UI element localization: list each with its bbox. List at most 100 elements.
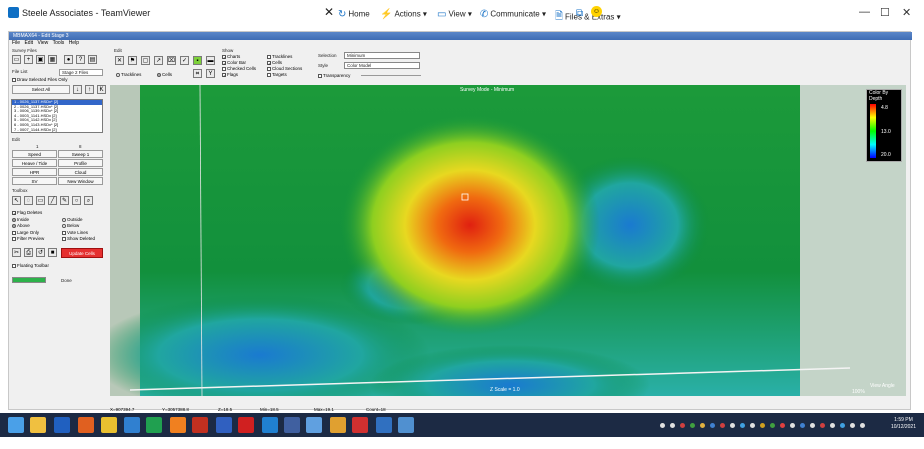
green-tool-icon[interactable]: ▪ xyxy=(193,56,202,65)
panel-icon[interactable]: ▬ xyxy=(206,56,215,65)
split-icon[interactable]: ⌧ xyxy=(167,56,176,65)
network-icon[interactable] xyxy=(376,417,392,433)
tray-icon[interactable] xyxy=(710,423,715,428)
tray-icon[interactable] xyxy=(770,423,775,428)
file-explorer-icon[interactable] xyxy=(30,417,46,433)
maximize-icon[interactable]: ☐ xyxy=(880,6,890,19)
filter-preview-checkbox[interactable]: Filter Preview xyxy=(12,236,44,241)
tray-icon[interactable] xyxy=(740,423,745,428)
windows-icon[interactable]: ⧉ xyxy=(576,8,583,19)
zoom-box-icon[interactable]: ⌗ xyxy=(193,69,202,78)
tray-icon[interactable] xyxy=(850,423,855,428)
tray-icon[interactable] xyxy=(780,423,785,428)
survey-viewport[interactable]: Survey Mode - Minimum Z Scale = 1.0 View… xyxy=(110,85,906,396)
inside-radio[interactable]: Inside xyxy=(12,217,29,222)
outside-radio[interactable]: Outside xyxy=(62,217,83,222)
communicate-button[interactable]: ✆ Communicate ▾ xyxy=(480,9,546,20)
menu-help[interactable]: Help xyxy=(69,40,79,46)
below-radio[interactable]: Below xyxy=(62,223,79,228)
globe-icon[interactable]: ● xyxy=(64,55,73,64)
vlc-icon[interactable] xyxy=(170,417,186,433)
help-icon[interactable]: ? xyxy=(76,55,85,64)
show-checked-cells-checkbox[interactable]: Checked Cells xyxy=(222,66,256,71)
close-icon[interactable]: ✕ xyxy=(902,6,911,19)
tray-icon[interactable] xyxy=(830,423,835,428)
teamviewer-task-icon[interactable] xyxy=(398,417,414,433)
profile-button[interactable]: Profile xyxy=(58,159,103,167)
system-clock[interactable]: 1:59 PM 10/12/2021 xyxy=(891,417,916,431)
tray-icon[interactable] xyxy=(660,423,665,428)
sv-button[interactable]: SV xyxy=(12,177,57,185)
menu-view[interactable]: View xyxy=(37,40,48,46)
show-tracklines-checkbox[interactable]: Tracklines xyxy=(267,54,292,59)
cells-radio[interactable]: Cells xyxy=(157,72,172,77)
tray-icon[interactable] xyxy=(820,423,825,428)
files-extras-button[interactable]: 🗎 Files & Extras ▾ xyxy=(555,9,621,26)
vote-lines-checkbox[interactable]: Vote Lines xyxy=(62,230,88,235)
pencil-icon[interactable]: ✎ xyxy=(60,196,69,205)
new-file-icon[interactable]: ▭ xyxy=(12,55,21,64)
minimize-icon[interactable]: — xyxy=(859,6,870,18)
tray-icon[interactable] xyxy=(810,423,815,428)
powerpoint-icon[interactable] xyxy=(192,417,208,433)
show-color-bar-checkbox[interactable]: ✓Color Bar xyxy=(222,60,246,65)
print-icon[interactable]: ⎙ xyxy=(24,248,33,257)
file-list[interactable]: 1 - 0026_1137.HSDx* [2] 2 - 0026_1137.HS… xyxy=(11,99,103,133)
acrobat-icon[interactable] xyxy=(238,417,254,433)
sweep-button[interactable]: Sweep 1 xyxy=(58,150,103,158)
chrome-icon[interactable] xyxy=(101,417,117,433)
lasso-icon[interactable]: ◌ xyxy=(24,196,33,205)
cursor-icon[interactable]: ↗ xyxy=(154,56,163,65)
tray-icon[interactable] xyxy=(730,423,735,428)
settings-icon[interactable] xyxy=(124,417,140,433)
large-only-checkbox[interactable]: Large Only xyxy=(12,230,39,235)
heave-tide-button[interactable]: Heave / Tide xyxy=(12,159,57,167)
pointer-icon[interactable]: ↖ xyxy=(12,196,21,205)
firefox-icon[interactable] xyxy=(78,417,94,433)
transparency-slider[interactable] xyxy=(361,75,421,76)
line-select-icon[interactable]: ╱ xyxy=(48,196,57,205)
tray-icon[interactable] xyxy=(760,423,765,428)
check-icon[interactable]: ✓ xyxy=(180,56,189,65)
list-item[interactable]: 7 - 0007_1144.HSDx [2] xyxy=(12,127,102,133)
rect-select-icon[interactable]: ▭ xyxy=(36,196,45,205)
home-button[interactable]: ↻ Home xyxy=(338,9,370,20)
tray-icon[interactable] xyxy=(670,423,675,428)
tool-a-icon[interactable]: ✂ xyxy=(12,248,21,257)
menu-tools[interactable]: Tools xyxy=(53,40,65,46)
grid-icon[interactable]: ▦ xyxy=(48,55,57,64)
red-app-icon[interactable] xyxy=(352,417,368,433)
stop-icon[interactable]: ■ xyxy=(48,248,57,257)
actions-button[interactable]: ⚡ Actions ▾ xyxy=(380,9,427,20)
excel-icon[interactable] xyxy=(146,417,162,433)
speed-button[interactable]: Speed xyxy=(12,150,57,158)
new-window-button[interactable]: New Window xyxy=(58,177,103,185)
tool-icon[interactable] xyxy=(330,417,346,433)
tray-icon[interactable] xyxy=(750,423,755,428)
tray-icon[interactable] xyxy=(800,423,805,428)
flag-icon[interactable]: ⚑ xyxy=(128,56,137,65)
y-icon[interactable]: Y xyxy=(206,69,215,78)
undo-icon[interactable]: ↺ xyxy=(36,248,45,257)
menu-file[interactable]: File xyxy=(12,40,20,46)
selection-select[interactable]: Minimum xyxy=(344,52,420,59)
flag-deletes-checkbox[interactable]: ✓Flag Deletes xyxy=(12,210,42,215)
tray-icon[interactable] xyxy=(700,423,705,428)
cloud-button[interactable]: Cloud xyxy=(58,168,103,176)
floating-toolbar-checkbox[interactable]: Floating Toolbar xyxy=(12,263,49,268)
select-all-button[interactable]: Select All xyxy=(12,85,70,94)
hpr-button[interactable]: HPR xyxy=(12,168,57,176)
volume-icon[interactable] xyxy=(860,423,865,428)
delete-x-icon[interactable]: ✕ xyxy=(115,56,124,65)
arrow-up-icon[interactable]: ↑ xyxy=(85,85,94,94)
show-charts-checkbox[interactable]: ✓Charts xyxy=(222,54,240,59)
draw-selected-checkbox[interactable]: Draw Selected Files Only xyxy=(12,77,68,82)
style-select[interactable]: Color Model xyxy=(344,62,420,69)
k-icon[interactable]: K xyxy=(97,85,106,94)
teams-icon[interactable] xyxy=(306,417,322,433)
transparency-checkbox[interactable]: Transparency xyxy=(318,73,350,78)
zoom-icon[interactable]: ⌕ xyxy=(84,196,93,205)
show-flags-checkbox[interactable]: ✓Flags xyxy=(222,72,238,77)
tray-icon[interactable] xyxy=(840,423,845,428)
chrome-blue-icon[interactable] xyxy=(216,417,232,433)
